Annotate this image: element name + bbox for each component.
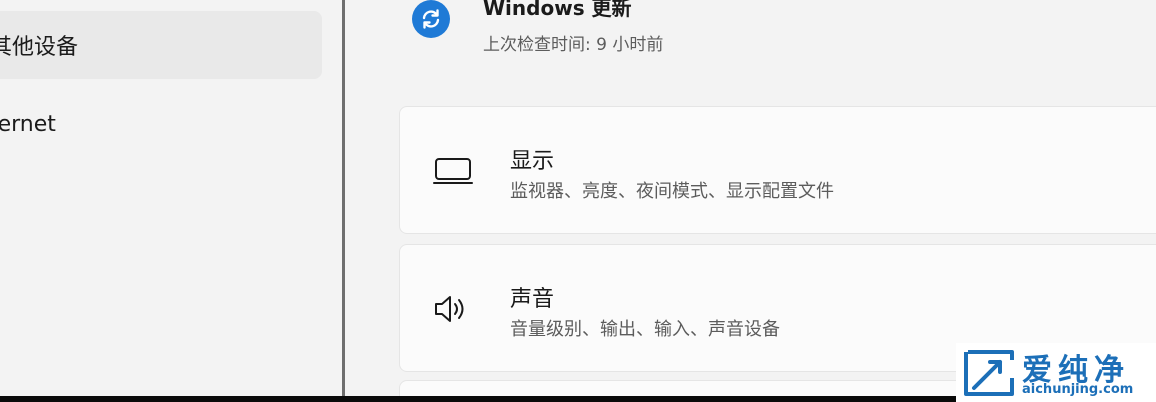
sidebar: 其他设备 nternet [0,0,342,402]
watermark-url: aichunjing.com [1022,382,1134,397]
last-checked-text: 上次检查时间: 9 小时前 [483,35,664,55]
speaker-icon [435,296,464,322]
display-icon [433,158,473,184]
card-title: 显示 [510,149,555,174]
sidebar-item-label: nternet [0,111,56,137]
windows-update-title[interactable]: Windows 更新 [483,0,632,21]
settings-window: 其他设备 nternet Windows 更新 上次检查时间: 9 小时前 显示 [0,0,1156,402]
card-title: 声音 [510,287,555,312]
sidebar-item-network-internet[interactable]: nternet [0,90,322,158]
refresh-icon [412,0,450,38]
watermark-logo-icon [964,350,1014,396]
display-settings-card[interactable]: 显示 监视器、亮度、夜间模式、显示配置文件 [399,106,1156,234]
bottom-border [0,396,960,402]
sidebar-item-label: 其他设备 [0,35,79,60]
main-content: Windows 更新 上次检查时间: 9 小时前 显示 监视器、亮度、夜间模式、… [345,0,1156,402]
watermark: 爱纯净 aichunjing.com [956,343,1156,402]
card-description: 监视器、亮度、夜间模式、显示配置文件 [510,181,834,202]
sidebar-item-bluetooth-devices[interactable]: 其他设备 [0,11,322,79]
card-description: 音量级别、输出、输入、声音设备 [510,319,780,340]
